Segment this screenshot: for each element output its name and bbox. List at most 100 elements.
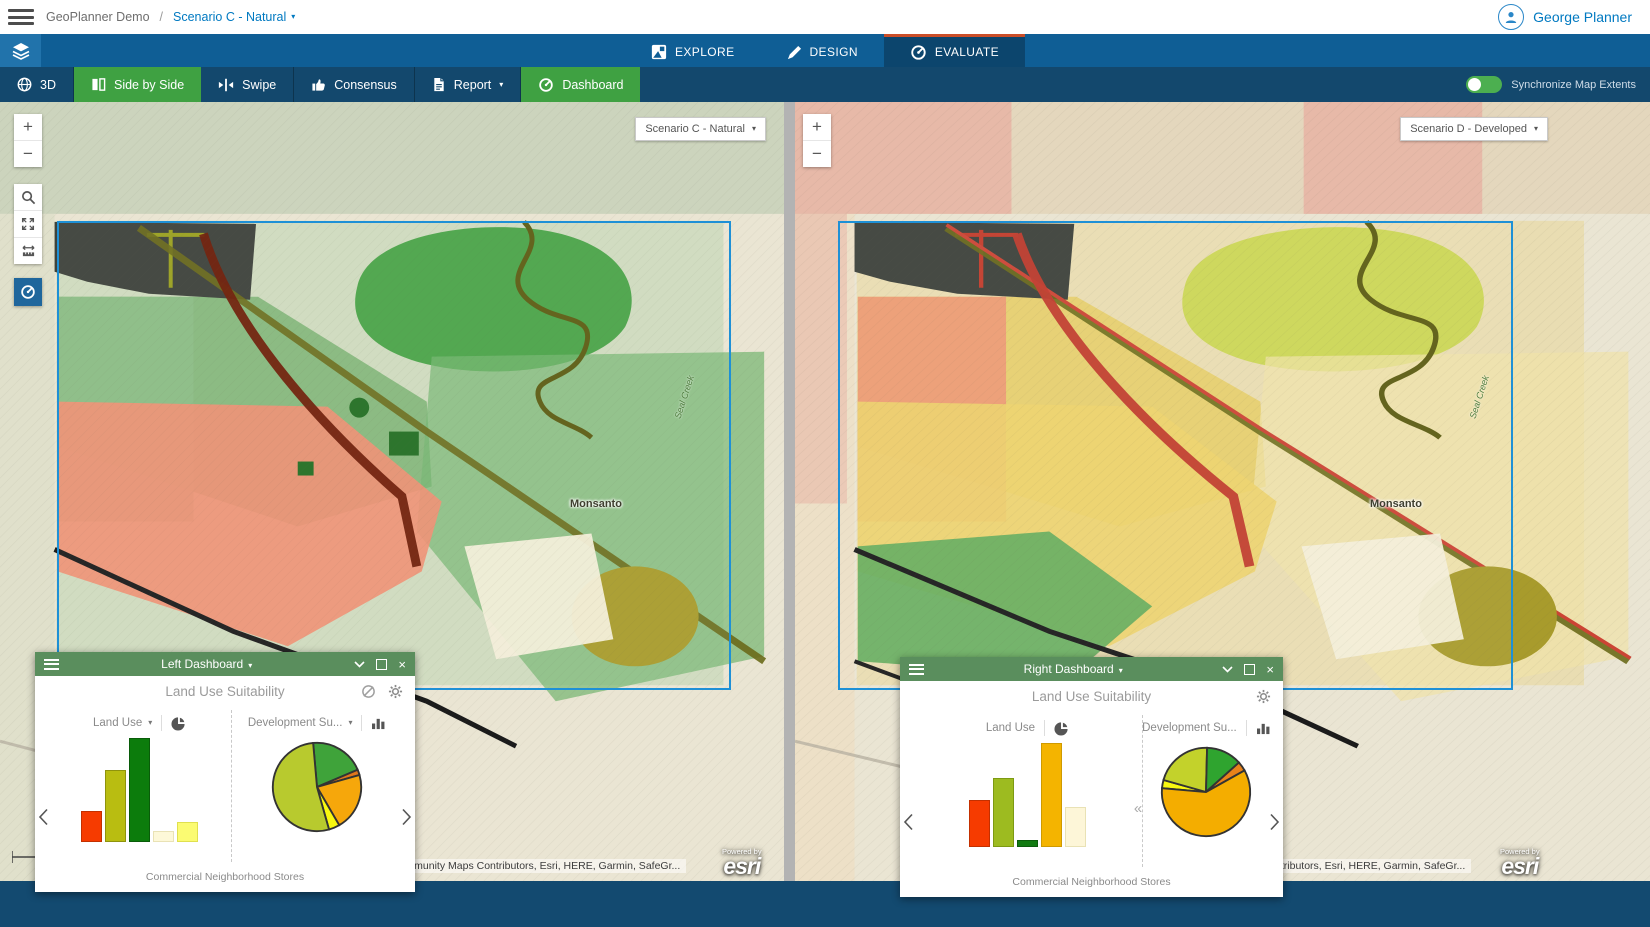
zoom-in-button[interactable]: + [803,114,831,141]
geoplanner-app: GeoPlanner Demo / Scenario C - Natural ▾… [0,0,1650,927]
collapse-icon[interactable] [1222,666,1233,673]
3d-button-label: 3D [40,78,56,92]
gauge-icon [910,44,927,61]
measure-button[interactable] [14,238,42,264]
bar-chart-icon[interactable] [371,717,386,730]
esri-logo[interactable]: Powered by esri [1500,848,1540,879]
user-menu[interactable]: George Planner [1498,4,1650,30]
tab-design-label: DESIGN [809,45,857,59]
land-use-bar-chart [969,743,1086,847]
chevron-down-icon: ▾ [291,13,295,21]
hide-layer-icon[interactable] [361,684,376,699]
globe-icon [17,77,32,92]
3d-button[interactable]: 3D [0,67,74,102]
pie-chart-icon[interactable] [1054,721,1069,736]
tab-explore-label: EXPLORE [675,45,735,59]
report-button[interactable]: Report ▾ [415,67,522,102]
development-suitability-pie-chart [1159,745,1253,839]
sync-extents-control: Synchronize Map Extents [1466,67,1650,102]
land-use-selector[interactable]: Land Use [93,717,142,729]
search-button[interactable] [14,184,42,211]
panel-menu-icon[interactable] [909,664,924,675]
maximize-icon[interactable] [376,659,387,670]
left-map-tools [14,184,42,264]
tab-explore[interactable]: EXPLORE [625,34,761,67]
gauge-icon [20,284,36,300]
pie-chart-icon[interactable] [171,716,186,731]
tab-design[interactable]: DESIGN [760,34,883,67]
dashboard-toggle-button[interactable] [14,278,42,306]
place-label: Monsanto [1370,498,1422,510]
chart-group-title: Land Use Suitability [1032,689,1151,704]
right-panel-title-row: Land Use Suitability [900,681,1283,711]
chart-group-title: Land Use Suitability [165,684,284,699]
swipe-button[interactable]: Swipe [201,67,294,102]
dashboard-button[interactable]: Dashboard [521,67,640,102]
scenario-breadcrumb-menu[interactable]: Scenario C - Natural ▾ [173,10,295,24]
search-icon [21,190,36,205]
expand-arrows-icon [21,217,35,231]
development-suitability-selector[interactable]: Development Su... [248,717,343,729]
left-dashboard-title-menu[interactable]: Left Dashboard▾ [59,657,354,671]
explore-icon [651,44,667,60]
main-navbar: EXPLORE DESIGN EVALUATE [0,34,1650,67]
land-use-widget: Land Use ▾ [48,706,231,866]
collapse-icon[interactable] [354,661,365,668]
zoom-in-button[interactable]: + [14,114,42,141]
bar-chart-icon[interactable] [1256,722,1271,735]
sync-extents-toggle[interactable] [1466,76,1502,93]
right-dashboard-title: Right Dashboard [1024,662,1114,676]
chart-footer-label: Commercial Neighborhood Stores [900,871,1283,897]
right-scenario-value: Scenario D - Developed [1410,123,1527,135]
tab-evaluate[interactable]: EVALUATE [884,34,1025,67]
side-by-side-icon [91,77,106,92]
esri-logo[interactable]: Powered by esri [722,848,762,879]
gear-icon[interactable] [388,684,403,699]
carousel-next-icon[interactable] [1269,813,1280,831]
place-label: Monsanto [570,498,622,510]
right-dashboard-title-menu[interactable]: Right Dashboard ▾ [924,662,1222,676]
chevron-down-icon: ▾ [499,81,503,89]
report-button-label: Report [454,78,492,92]
chevron-down-icon: ▾ [348,719,352,727]
left-dashboard-title: Left Dashboard [161,657,243,671]
zoom-out-button[interactable]: − [803,141,831,167]
layers-button[interactable] [0,34,41,67]
development-suitability-selector[interactable]: Development Su... [1142,722,1237,734]
chevron-down-icon: ▾ [148,719,152,727]
development-suitability-pie-chart [270,740,364,834]
panel-menu-icon[interactable] [44,659,59,670]
carousel-prev-icon[interactable] [38,808,49,826]
left-dashboard-panel: Left Dashboard▾ × Land Use Suitability [35,652,415,892]
sync-extents-label: Synchronize Map Extents [1511,79,1636,91]
consensus-button[interactable]: Consensus [294,67,415,102]
carousel-prev-icon[interactable] [903,813,914,831]
close-icon[interactable]: × [398,658,406,671]
breadcrumb-separator: / [160,10,163,24]
left-dashboard-header[interactable]: Left Dashboard▾ × [35,652,415,676]
map-pane-divider[interactable] [784,102,795,881]
close-icon[interactable]: × [1266,663,1274,676]
right-scenario-selector[interactable]: Scenario D - Developed ▾ [1400,117,1548,141]
maximize-icon[interactable] [1244,664,1255,675]
left-panel-title-row: Land Use Suitability [35,676,415,706]
right-dashboard-header[interactable]: Right Dashboard ▾ × [900,657,1283,681]
development-suitability-widget: Development Su... [1143,711,1270,871]
land-use-selector[interactable]: Land Use [986,722,1035,734]
carousel-next-icon[interactable] [401,808,412,826]
zoom-out-button[interactable]: − [14,141,42,167]
carousel-collapse-icon[interactable]: « [1134,801,1142,816]
left-scenario-selector[interactable]: Scenario C - Natural ▾ [635,117,766,141]
land-use-widget: Land Use [913,711,1142,871]
thumbs-up-icon [311,77,326,92]
right-dashboard-panel: Right Dashboard ▾ × Land Use Suitability [900,657,1283,897]
chevron-down-icon: ▾ [1534,125,1538,133]
gear-icon[interactable] [1256,689,1271,704]
left-panel-charts: Land Use ▾ Development Su... ▾ [35,706,415,866]
hamburger-menu-icon[interactable] [8,9,34,25]
chevron-down-icon: ▾ [1119,667,1123,675]
full-extent-button[interactable] [14,211,42,238]
side-by-side-button[interactable]: Side by Side [74,67,201,102]
evaluate-toolbar: 3D Side by Side Swipe Consensus Report ▾… [0,67,1650,102]
avatar [1498,4,1524,30]
